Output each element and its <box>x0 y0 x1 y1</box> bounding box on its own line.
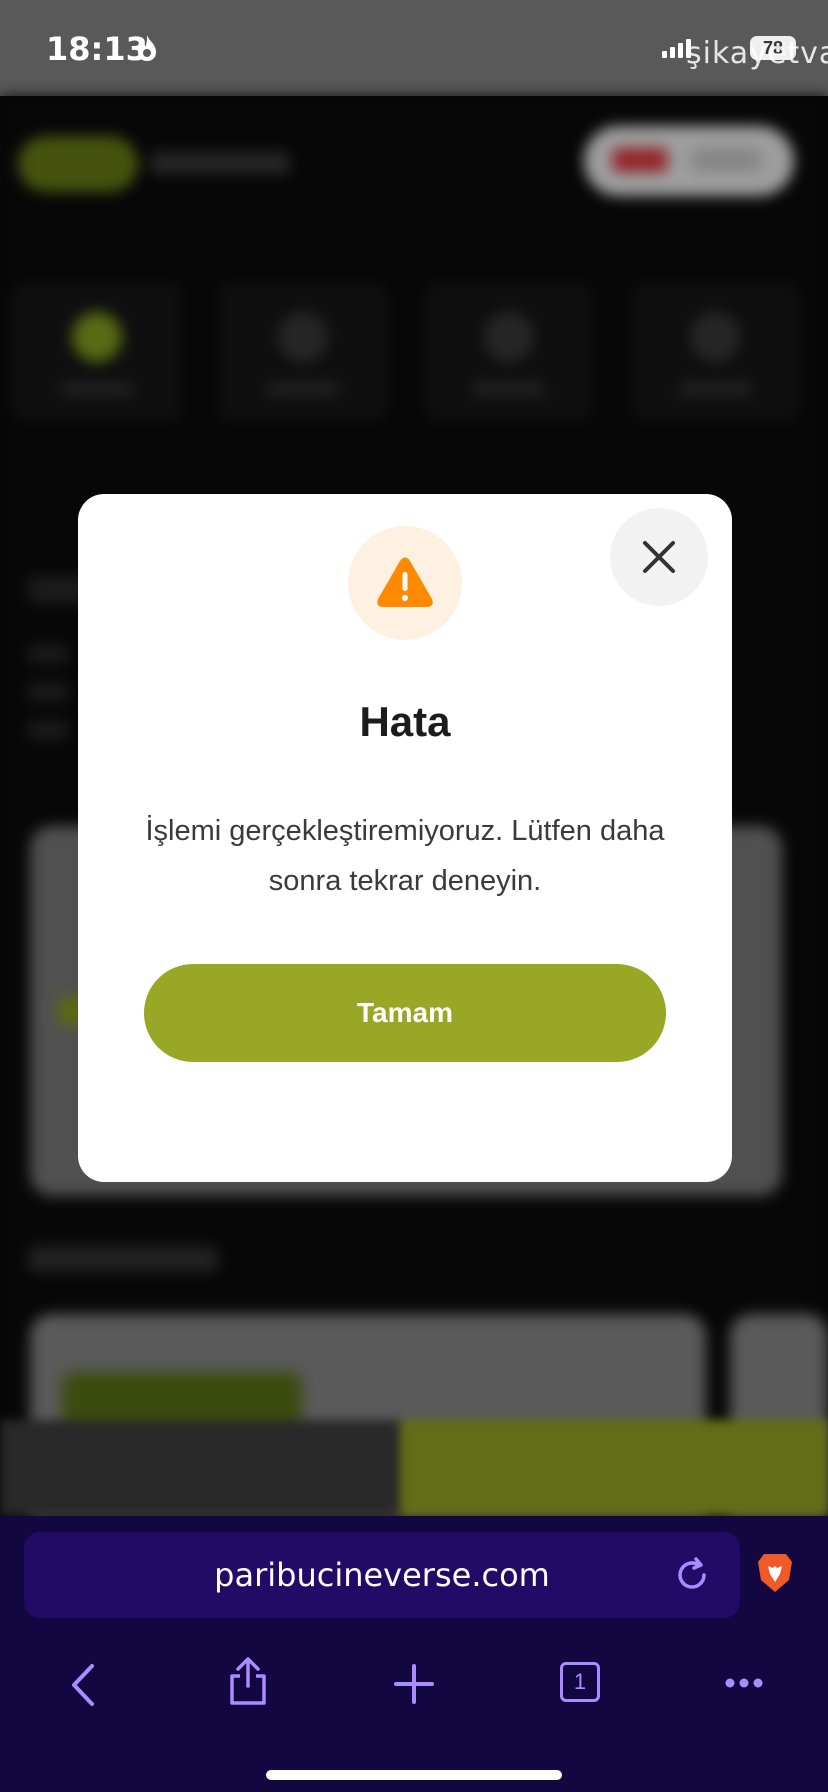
reload-icon[interactable] <box>674 1557 710 1593</box>
close-icon <box>643 541 675 573</box>
error-dialog: Hata İşlemi gerçekleştiremiyoruz. Lütfen… <box>78 494 732 1182</box>
close-button[interactable] <box>610 508 708 606</box>
new-tab-icon[interactable] <box>392 1662 436 1706</box>
address-bar[interactable]: paribucineverse.com <box>24 1532 740 1618</box>
watermark: şikayetvar <box>686 36 828 71</box>
url-text: paribucineverse.com <box>214 1556 550 1594</box>
browser-toolbar: paribucineverse.com 1 <box>0 1516 828 1792</box>
flame-icon <box>138 35 156 61</box>
status-time: 18:13 <box>46 30 148 68</box>
home-indicator[interactable] <box>266 1770 562 1780</box>
back-icon[interactable] <box>66 1662 102 1708</box>
status-bar: 18:13 78 şikayetvar <box>0 0 828 96</box>
more-menu-icon[interactable] <box>724 1676 764 1690</box>
warning-icon-badge <box>348 526 462 640</box>
status-right: 78 şikayetvar <box>662 28 828 71</box>
brave-shield-icon[interactable] <box>756 1552 794 1594</box>
dialog-message: İşlemi gerçekleştiremiyoruz. Lütfen daha… <box>145 815 665 897</box>
tabs-button[interactable]: 1 <box>560 1662 600 1702</box>
warning-icon <box>377 557 433 607</box>
ok-button[interactable]: Tamam <box>144 964 666 1062</box>
share-icon[interactable] <box>226 1656 270 1706</box>
dialog-title: Hata <box>359 698 451 745</box>
